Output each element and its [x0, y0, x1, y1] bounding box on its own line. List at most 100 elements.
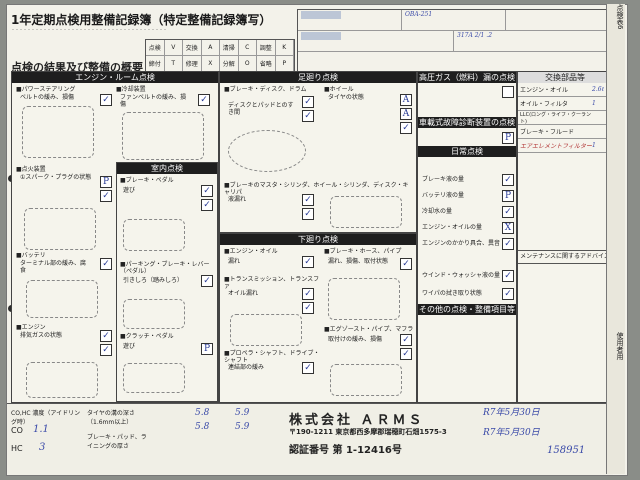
interior-item-label: ■クラッチ・ペダル	[120, 333, 174, 340]
engine-room-header: エンジン・ルーム点検	[12, 72, 218, 83]
engine-item-label: ■点火装置	[16, 166, 46, 173]
under-item-sub: 漏れ	[228, 258, 241, 265]
check-box: ✓	[400, 348, 412, 360]
diagnostics-header: 車載式故障診断装置の点検	[418, 117, 516, 128]
daily-item: バッテリ液の量	[422, 192, 465, 199]
engine-item-label: ■パワーステアリング	[16, 86, 76, 93]
engine-item-label: ■冷却装置	[116, 86, 146, 93]
check-box: ✓	[302, 362, 314, 374]
under-item-sub: 連結部の緩み	[228, 364, 265, 371]
parts-row: LLC(ロング・ライフ・クーラント)	[518, 111, 612, 125]
undercarriage-header: 下廻り点検	[220, 234, 416, 245]
cooling-sketch	[122, 112, 204, 160]
page-title: 1年定期点検用整備記録簿（特定整備記録簿写）	[11, 13, 272, 27]
brake-pedal-sketch	[123, 219, 185, 251]
transmission-sketch	[230, 314, 302, 346]
date-completion: R7年5月30日	[483, 428, 540, 438]
check-box: ✓	[201, 275, 213, 287]
parts-section: 交換部品等 エンジン・オイル 2.6ℓ オイル・フィルタ 1 LLC(ロング・ライフ…	[517, 71, 613, 403]
engine-item-sub: ターミナル部の緩み、腐食	[20, 260, 87, 274]
under-item-label: ■エグゾースト・パイプ、マフラ	[324, 326, 414, 333]
suspension-section: 足廻り点検 ■ブレーキ・ディスク、ドラム ディスクとパッドとのすき間 ✓ ✓ ■…	[219, 71, 417, 233]
parts-row: エアエレメントフィルター 1	[518, 139, 612, 153]
co-value: 1.1	[33, 424, 49, 435]
suspension-item-sub: 液漏れ	[228, 196, 247, 203]
parts-row: エンジン・オイル 2.6ℓ	[518, 83, 612, 97]
brake-hose-sketch	[328, 278, 400, 320]
suspension-item-sub: タイヤの状態	[328, 94, 364, 101]
tire-label: タイヤの溝の深さ（1.6mm以上）	[87, 410, 135, 426]
check-box: P	[201, 343, 213, 355]
check-box: ✓	[100, 344, 112, 356]
under-item-label: ■エンジン・オイル	[224, 248, 278, 255]
check-box: A	[400, 108, 412, 120]
date-handwritten: 2/1 .2	[474, 32, 493, 39]
odometer-km: 158951	[547, 445, 586, 456]
spark-plug-sketch	[24, 208, 96, 250]
tire-rl: 5.8	[195, 422, 210, 432]
tire-fl: 5.8	[195, 408, 210, 418]
check-box	[502, 86, 514, 98]
check-box: ✓	[400, 334, 412, 346]
parts-row: オイル・フィルタ 1	[518, 97, 612, 111]
check-box: ✓	[502, 288, 514, 300]
check-box: X	[502, 222, 514, 234]
under-item-sub: オイル漏れ	[228, 290, 259, 297]
daily-item: ウインド・ウォッシャ液の量	[422, 272, 501, 279]
exhaust-sketch	[330, 364, 402, 396]
other-header: その他の点検・整備項目等	[418, 304, 516, 315]
tire-fr: 5.9	[235, 408, 250, 418]
brake-pad-label: ブレーキ・パッド、ライニングの厚さ	[87, 434, 147, 450]
daily-item: エンジン・オイルの量	[422, 224, 483, 231]
parts-row: ブレーキ・フルード	[518, 125, 612, 139]
advice-header: メンテナンスに関するアドバイス	[518, 250, 612, 264]
check-box: ✓	[198, 94, 210, 106]
check-box: ✓	[100, 94, 112, 106]
vehicle-info-form: OBA-251 317A 2/1 .2	[297, 9, 611, 73]
clutch-sketch	[123, 363, 185, 393]
steering-sketch	[22, 106, 94, 158]
check-box: ✓	[100, 190, 112, 202]
engine-item-sub: 排気ガスの状態	[20, 332, 63, 339]
check-box: ✓	[302, 194, 314, 206]
check-box: ✓	[400, 258, 412, 270]
check-box: ✓	[502, 206, 514, 218]
certification-number: 認証番号 第 1-12416号	[289, 445, 402, 456]
under-item-sub: 取付けの緩み、損傷	[328, 336, 383, 343]
battery-sketch	[26, 280, 98, 318]
check-box: P	[502, 132, 514, 144]
interior-item-label: ■ブレーキ・ペダル	[120, 177, 174, 184]
check-box: P	[502, 190, 514, 202]
suspension-item-label: ■ブレーキ・ディスク、ドラム	[224, 86, 307, 93]
brake-disc-sketch	[228, 130, 306, 172]
daily-header: 日常点検	[418, 146, 516, 157]
interior-section: 室内点検 ■ブレーキ・ペダル 遊び ✓ ✓ ■パーキング・ブレーキ・レバー（ペダ…	[116, 162, 218, 402]
engine-item-sub: ベルトの緩み、損傷	[20, 94, 75, 101]
interior-item-sub: 遊び	[123, 343, 136, 350]
header-notes: ・・・・・・・・・・・・・・・・・・・・・・・・・・・・・・・・・・・・・・・	[11, 27, 167, 32]
engine-item-sub: ①スパーク・プラグの状態	[20, 174, 92, 181]
suspension-header: 足廻り点検	[220, 72, 416, 83]
date-inspection: R7年5月30日	[483, 408, 540, 418]
redacted-name	[301, 11, 341, 19]
interior-header: 室内点検	[117, 163, 217, 174]
co-label: CO	[11, 426, 23, 435]
daily-item: エンジンのかかり具合、異音	[422, 240, 501, 247]
daily-item: 冷却水の量	[422, 208, 453, 215]
check-box: ✓	[302, 208, 314, 220]
interior-item-label: ■パーキング・ブレーキ・レバー（ペダル）	[120, 261, 210, 275]
check-box: ✓	[302, 302, 314, 314]
plate-handwritten: 317A	[457, 32, 473, 39]
check-box: ✓	[302, 110, 314, 122]
check-box: A	[400, 94, 412, 106]
legend-grid: 点検 V 交換 A 清掃 C 調整 K 締付 T 修理 X 分解 O 省略 P	[145, 39, 295, 73]
side-label: 点検表6 使用者用	[606, 4, 625, 474]
engine-item-label: ■エンジン	[16, 324, 46, 331]
engine-item-sub: ファンベルトの緩み、損傷	[120, 94, 187, 108]
under-item-sub: 漏れ、損傷、取付状態	[328, 258, 389, 265]
maintenance-record-sheet: 1年定期点検用整備記録簿（特定整備記録簿写） ・・・・・・・・・・・・・・・・・…	[6, 4, 628, 476]
parking-brake-sketch	[123, 299, 185, 329]
interior-item-sub: 引きしろ（踏みしろ）	[123, 277, 184, 284]
check-box: ✓	[502, 238, 514, 250]
check-box: ✓	[302, 96, 314, 108]
